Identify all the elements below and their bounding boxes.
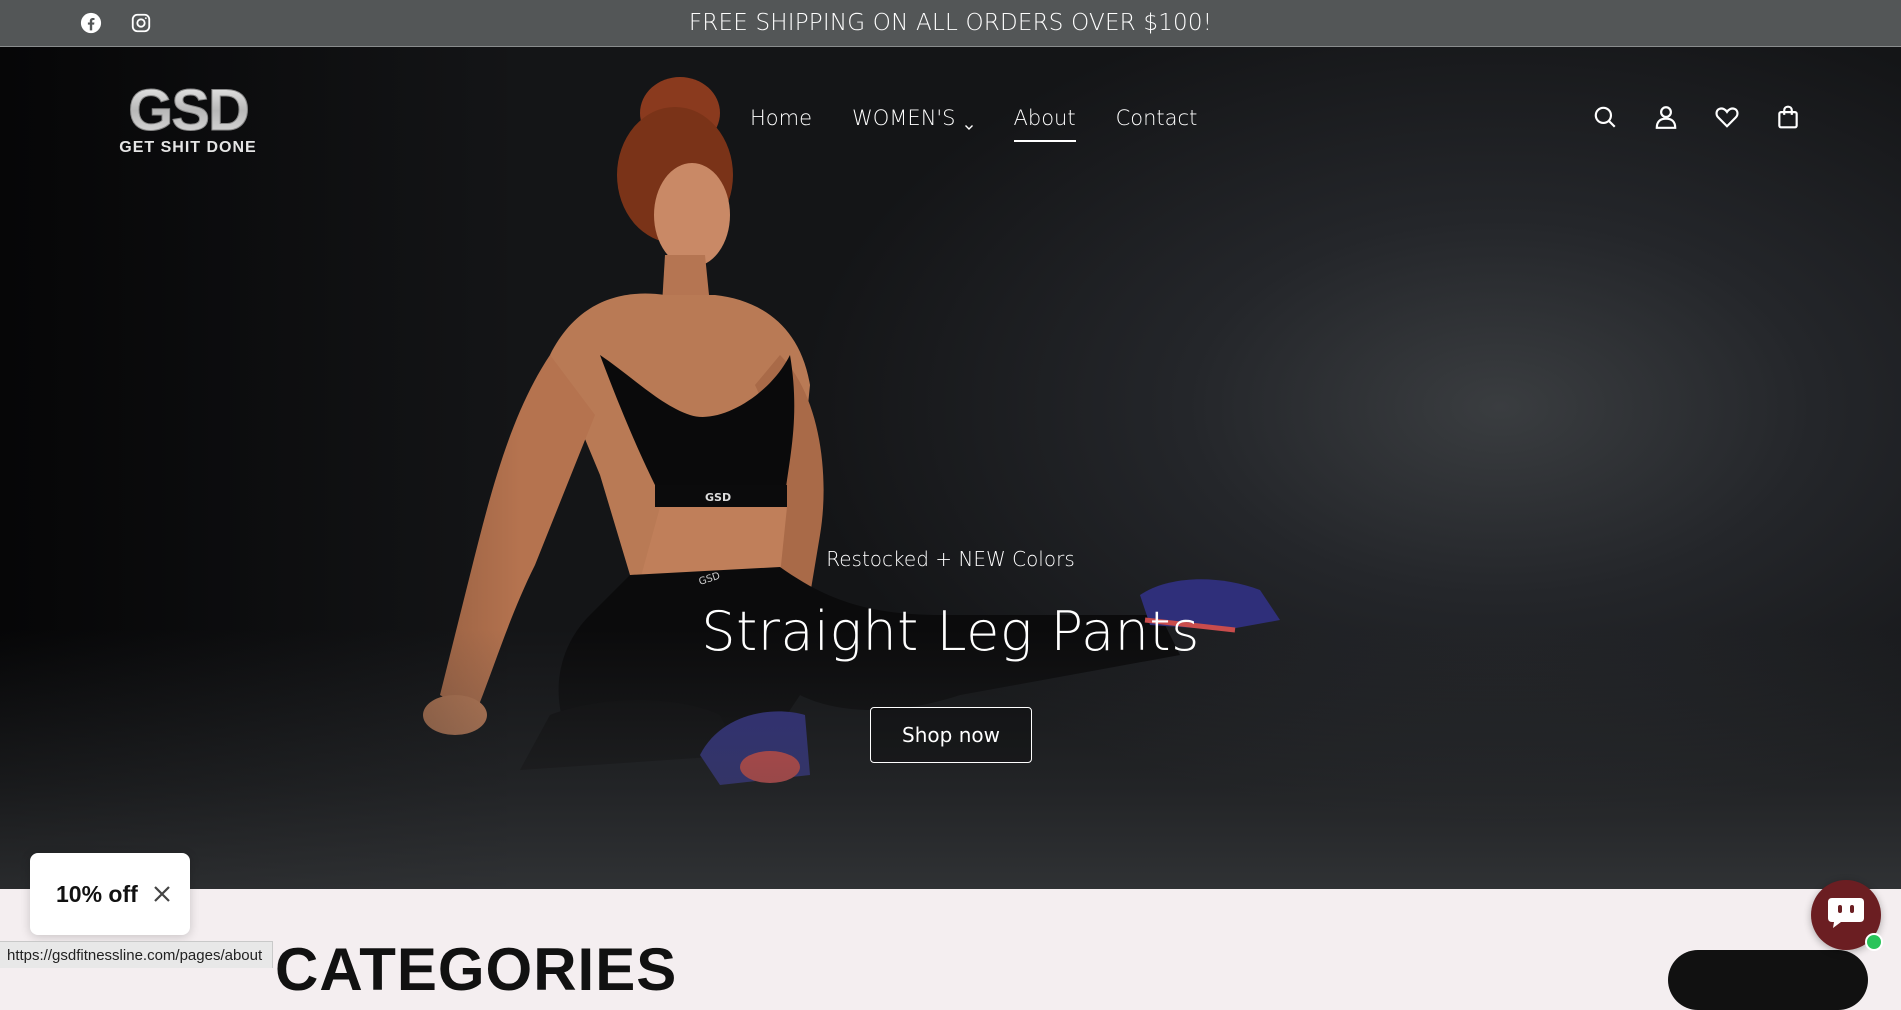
- wishlist-icon[interactable]: [1714, 104, 1740, 130]
- chevron-down-icon: [964, 113, 974, 130]
- social-links: [80, 12, 152, 34]
- close-icon[interactable]: [152, 884, 172, 904]
- hero-eyebrow: Restocked + NEW Colors: [826, 547, 1075, 571]
- hero-headline: Straight Leg Pants: [701, 600, 1200, 663]
- discount-popup[interactable]: 10% off: [30, 853, 190, 935]
- shop-now-button[interactable]: Shop now: [870, 707, 1032, 763]
- logo-tagline: GET SHIT DONE: [119, 139, 256, 156]
- brand-logo[interactable]: GSD GET SHIT DONE: [84, 78, 292, 157]
- section-heading: CATEGORIES: [275, 936, 678, 1003]
- account-icon[interactable]: [1653, 104, 1679, 130]
- svg-text:GSD: GSD: [705, 491, 731, 504]
- floating-action-pill[interactable]: [1668, 950, 1868, 1010]
- facebook-icon[interactable]: [80, 12, 102, 34]
- instagram-icon[interactable]: [130, 12, 152, 34]
- chat-bubble-icon: [1827, 896, 1865, 935]
- nav-contact[interactable]: Contact: [1116, 104, 1198, 132]
- nav-home[interactable]: Home: [750, 104, 812, 132]
- nav-about[interactable]: About: [1013, 104, 1076, 142]
- discount-label[interactable]: 10% off: [56, 881, 138, 908]
- chat-widget-button[interactable]: [1811, 880, 1883, 951]
- nav-womens[interactable]: WOMEN'S: [852, 104, 974, 132]
- search-icon[interactable]: [1592, 104, 1618, 130]
- logo-mark: GSD: [128, 86, 248, 143]
- main-nav: Home WOMEN'S About Contact: [750, 104, 1237, 142]
- announcement-bar: FREE SHIPPING ON ALL ORDERS OVER $100!: [0, 0, 1901, 47]
- status-url-tooltip: https://gsdfitnessline.com/pages/about: [0, 941, 274, 968]
- header-actions: [1592, 104, 1801, 130]
- announcement-text: FREE SHIPPING ON ALL ORDERS OVER $100!: [688, 10, 1213, 36]
- cart-icon[interactable]: [1775, 104, 1801, 130]
- online-status-dot: [1865, 933, 1883, 951]
